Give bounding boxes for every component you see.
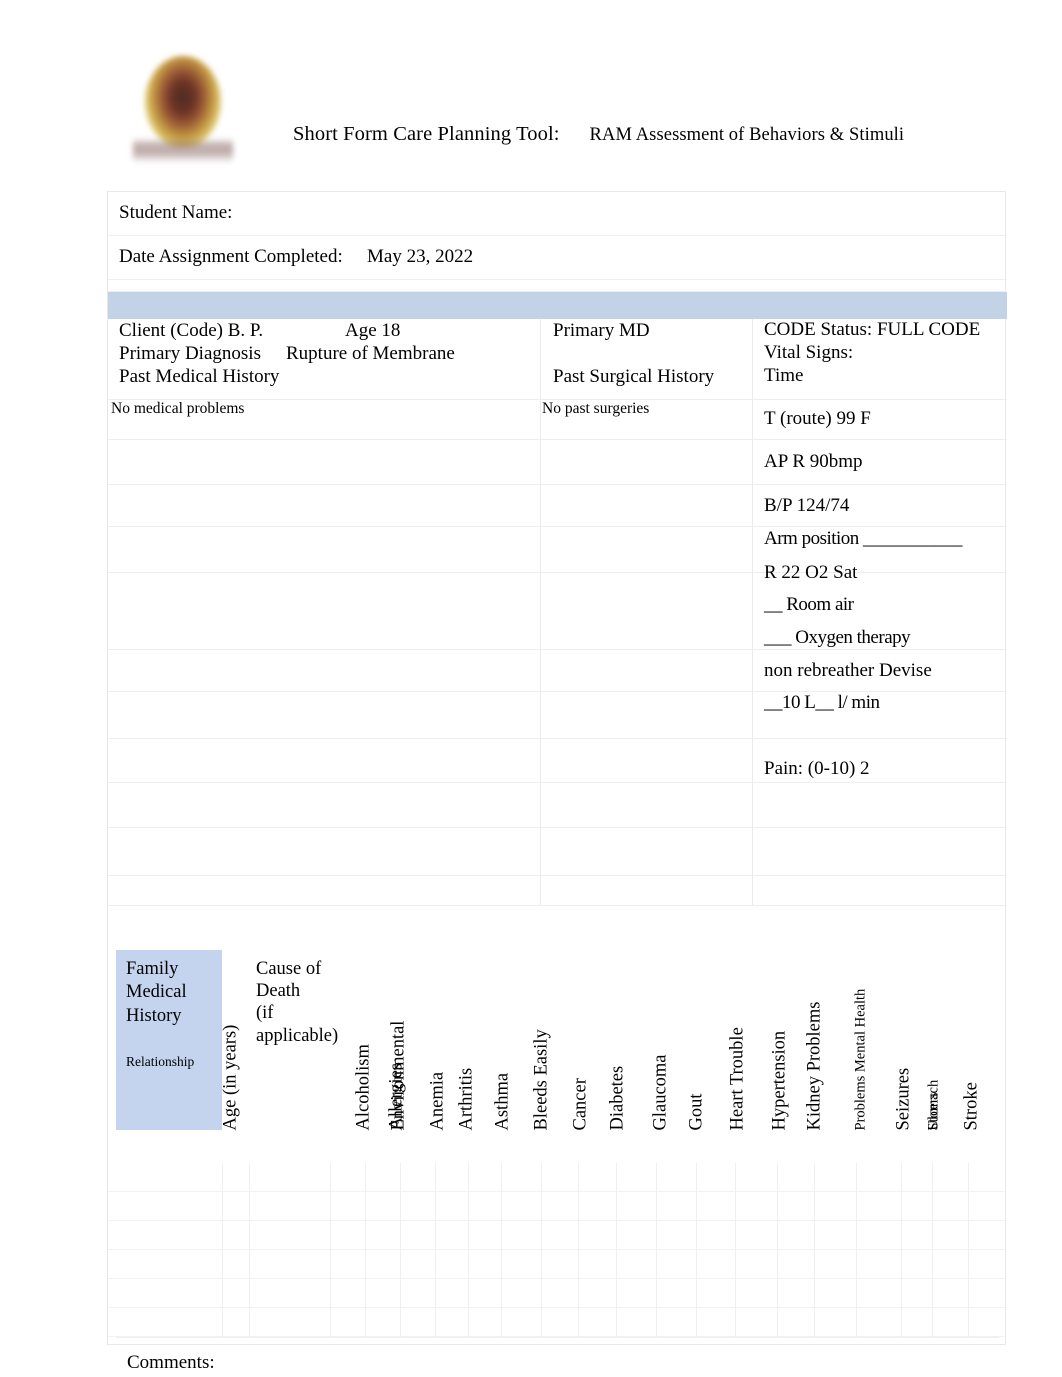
family-history-title: Family Medical History xyxy=(126,959,187,1026)
past-medical-history-value[interactable]: No medical problems xyxy=(111,400,244,418)
vital-oxygen-flow-rate[interactable]: __10 L__ l/ min xyxy=(764,692,880,714)
column-header-bleeds-easily: Bleeds Easily xyxy=(531,1028,552,1130)
column-divider xyxy=(540,319,541,906)
document-header: Short Form Care Planning Tool: RAM Assess… xyxy=(0,0,1062,185)
comments-section[interactable]: Comments: xyxy=(116,1337,999,1377)
column-header-arthritis: Arthritis xyxy=(456,1067,477,1130)
column-header-stomach: Stomach xyxy=(925,1079,942,1130)
table-row[interactable] xyxy=(108,1250,1007,1279)
client-info-grid: Client (Code) B. P. Age 18 Primary Diagn… xyxy=(108,319,1007,906)
column-header-age: Age (in years) xyxy=(220,1024,241,1130)
relationship-label: Relationship xyxy=(126,1054,195,1069)
column-divider xyxy=(752,319,753,906)
divider xyxy=(108,484,1007,485)
table-row[interactable] xyxy=(108,1308,1007,1337)
student-name-row[interactable]: Student Name: xyxy=(108,192,1007,236)
date-completed-label: Date Assignment Completed: xyxy=(119,246,343,267)
vital-apical-pulse[interactable]: AP R 90bmp xyxy=(764,451,863,473)
divider xyxy=(108,782,1007,783)
vital-room-air[interactable]: __ Room air xyxy=(764,594,854,616)
divider xyxy=(108,572,1007,573)
university-seal-logo xyxy=(131,52,235,164)
vital-signs-label: Vital Signs: xyxy=(764,342,854,363)
vital-blood-pressure[interactable]: B/P 124/74 xyxy=(764,495,849,517)
column-header-stroke: Stroke xyxy=(961,1081,982,1130)
family-medical-history-table: Family Medical History Relationship Age … xyxy=(108,906,1007,1337)
vital-temperature[interactable]: T (route) 99 F xyxy=(764,408,871,430)
client-age: Age 18 xyxy=(345,320,401,341)
family-history-body xyxy=(108,1163,1007,1337)
column-header-hypertension: Hypertension xyxy=(769,1030,790,1130)
divider xyxy=(108,738,1007,739)
page-title-sub: RAM Assessment of Behaviors & Stimuli xyxy=(589,125,905,145)
divider xyxy=(108,526,1007,527)
primary-diagnosis-value[interactable]: Rupture of Membrane xyxy=(286,342,455,366)
column-header-diabetes: Diabetes xyxy=(607,1065,628,1130)
past-surgical-history-label: Past Surgical History xyxy=(553,366,715,387)
code-status: CODE Status: FULL CODE xyxy=(764,319,981,340)
form-frame: Student Name: Date Assignment Completed:… xyxy=(107,191,1007,1373)
column-header-heart-trouble: Heart Trouble xyxy=(727,1026,748,1130)
primary-md-label: Primary MD xyxy=(553,320,650,341)
student-date-block: Student Name: Date Assignment Completed:… xyxy=(108,192,1007,292)
family-history-header-row: Family Medical History Relationship Age … xyxy=(108,906,1007,1163)
time-label: Time xyxy=(764,365,804,386)
table-row[interactable] xyxy=(108,1221,1007,1250)
column-header-gout: Gout xyxy=(686,1093,707,1130)
column-header-alcoholism: Alcoholism xyxy=(353,1043,374,1130)
vital-respirations-o2sat[interactable]: R 22 O2 Sat xyxy=(764,562,857,584)
column-header-anemia: Anemia xyxy=(427,1071,448,1130)
divider xyxy=(108,439,1007,440)
date-completed-value[interactable]: May 23, 2022 xyxy=(367,246,473,268)
logo-emblem xyxy=(145,56,221,148)
vital-arm-position[interactable]: Arm position ___________ xyxy=(764,528,963,550)
page-title-main: Short Form Care Planning Tool: xyxy=(293,123,560,145)
column-header-glaucoma: Glaucoma xyxy=(650,1053,671,1130)
document-page: Short Form Care Planning Tool: RAM Assess… xyxy=(0,0,1062,1377)
client-code-label: Client (Code) B. P. xyxy=(119,320,264,341)
column-header-mental-health: Problems Mental Health xyxy=(852,988,869,1130)
column-header-kidney-problems: Kidney Problems xyxy=(804,1001,825,1130)
table-row[interactable] xyxy=(108,1163,1007,1192)
primary-diagnosis-label: Primary Diagnosis xyxy=(119,343,261,364)
column-header-cancer: Cancer xyxy=(570,1077,591,1130)
divider xyxy=(108,875,1007,876)
past-medical-history-label: Past Medical History xyxy=(119,366,280,387)
past-surgical-history-value[interactable]: No past surgeries xyxy=(542,400,649,418)
vital-oxygen-therapy[interactable]: ___ Oxygen therapy xyxy=(764,627,911,649)
student-name-label: Student Name: xyxy=(119,202,233,223)
column-header-asthma: Asthma xyxy=(492,1072,513,1130)
date-completed-row[interactable]: Date Assignment Completed: May 23, 2022 xyxy=(108,236,1007,280)
divider xyxy=(108,649,1007,650)
comments-label: Comments: xyxy=(127,1352,215,1373)
logo-wordmark xyxy=(133,138,233,162)
column-header-cause-of-death: Cause of Death (if applicable) xyxy=(256,959,339,1046)
page-title: Short Form Care Planning Tool: RAM Assess… xyxy=(293,123,904,146)
table-row[interactable] xyxy=(108,1192,1007,1221)
column-header-seizures: Seizures xyxy=(893,1067,914,1130)
vital-pain-score[interactable]: Pain: (0-10) 2 xyxy=(764,758,870,780)
table-row[interactable] xyxy=(108,1279,1007,1308)
divider xyxy=(108,827,1007,828)
vital-oxygen-device[interactable]: non rebreather Devise xyxy=(764,660,932,682)
column-header-environmental: Environmental xyxy=(388,1020,409,1130)
section-band xyxy=(108,292,1007,319)
